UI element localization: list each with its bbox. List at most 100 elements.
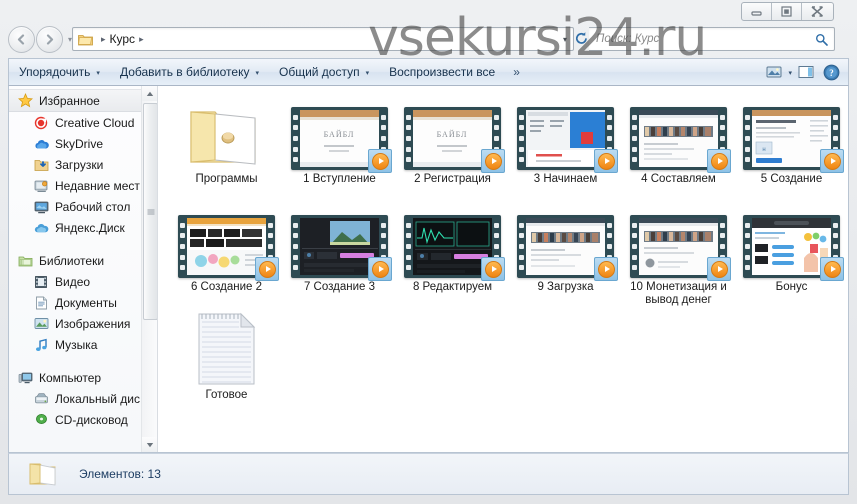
breadcrumb-current[interactable]: Курс bbox=[110, 32, 136, 46]
sidebar-item-music[interactable]: Музыка bbox=[9, 334, 157, 355]
film-perforations-left bbox=[178, 215, 187, 278]
share-button[interactable]: Общий доступ ▾ bbox=[269, 59, 379, 85]
maximize-button[interactable] bbox=[772, 3, 802, 20]
file-item-video[interactable]: 9 Загрузка bbox=[509, 204, 622, 312]
sidebar-item-label: Локальный дис bbox=[55, 391, 140, 406]
scroll-up-button[interactable] bbox=[142, 86, 157, 101]
file-label: 2 Регистрация bbox=[414, 173, 491, 185]
sidebar-item-pictures[interactable]: Изображения bbox=[9, 313, 157, 334]
cd-drive-icon bbox=[33, 412, 49, 428]
film-perforations-left bbox=[743, 215, 752, 278]
scroll-down-button[interactable] bbox=[142, 437, 157, 452]
file-item-video[interactable]: БАЙБЛ 1 Вступление bbox=[283, 96, 396, 204]
film-perforations-left bbox=[404, 107, 413, 170]
file-label: 7 Создание 3 bbox=[303, 281, 376, 293]
sidebar-item-creative-cloud[interactable]: Creative Cloud bbox=[9, 112, 157, 133]
breadcrumb-separator-2[interactable]: ▸ bbox=[139, 34, 144, 45]
help-icon[interactable]: ? bbox=[820, 62, 842, 82]
file-item-video[interactable]: н 5 Создание bbox=[735, 96, 848, 204]
sidebar-item-video[interactable]: Видео bbox=[9, 271, 157, 292]
file-item-folder[interactable]: Программы bbox=[170, 96, 283, 204]
file-item-video[interactable]: 10 Монетизация и вывод денег bbox=[622, 204, 735, 312]
film-perforations-left bbox=[743, 107, 752, 170]
sidebar-item-skydrive[interactable]: SkyDrive bbox=[9, 133, 157, 154]
change-view-icon[interactable] bbox=[763, 62, 785, 82]
file-thumbnail bbox=[622, 204, 735, 281]
sidebar-group-favorites-label: Избранное bbox=[39, 93, 100, 108]
explorer-content: Избранное Creative Cloud SkyDrive Загруз… bbox=[8, 86, 849, 453]
sidebar-group-favorites[interactable]: Избранное bbox=[9, 89, 157, 112]
add-to-library-button[interactable]: Добавить в библиотеку ▾ bbox=[110, 59, 269, 85]
forward-button[interactable] bbox=[36, 26, 63, 53]
file-item-video[interactable]: Бонус bbox=[735, 204, 848, 312]
file-thumbnail bbox=[283, 204, 396, 281]
video-thumbnail: БАЙБЛ bbox=[291, 107, 392, 173]
play-overlay-icon bbox=[368, 149, 392, 173]
video-thumbnail bbox=[178, 215, 279, 281]
title-bar bbox=[0, 0, 857, 22]
sidebar-item-label: Изображения bbox=[55, 316, 131, 331]
pictures-library-icon bbox=[33, 316, 49, 332]
file-item-video[interactable]: 8 Редактируем bbox=[396, 204, 509, 312]
film-perforations-left bbox=[291, 107, 300, 170]
search-input[interactable]: Поиск: Курс bbox=[596, 33, 659, 45]
back-button[interactable] bbox=[8, 26, 35, 53]
folder-icon bbox=[27, 459, 61, 489]
window-controls bbox=[741, 2, 834, 21]
close-button[interactable] bbox=[802, 3, 833, 20]
file-label: 9 Загрузка bbox=[537, 281, 594, 293]
preview-pane-icon[interactable] bbox=[795, 62, 817, 82]
sidebar-item-local-disk[interactable]: Локальный дис bbox=[9, 388, 157, 409]
file-item-video[interactable]: 6 Создание 2 bbox=[170, 204, 283, 312]
video-thumbnail bbox=[517, 215, 618, 281]
minimize-button[interactable] bbox=[742, 3, 772, 20]
yandex-disk-icon bbox=[33, 220, 49, 236]
play-overlay-icon bbox=[255, 257, 279, 281]
address-bar[interactable]: ▸ Курс ▸ ▾ bbox=[72, 27, 574, 51]
status-item-count: Элементов: 13 bbox=[79, 467, 161, 481]
file-item-video[interactable]: 7 Создание 3 bbox=[283, 204, 396, 312]
organize-button[interactable]: Упорядочить ▾ bbox=[9, 59, 110, 85]
file-label: Готовое bbox=[205, 389, 248, 401]
sidebar-item-cd-drive[interactable]: CD-дисковод bbox=[9, 409, 157, 430]
file-list-pane[interactable]: Программы БАЙБЛ 1 Вступление БАЙБЛ 2 Рег… bbox=[158, 86, 848, 452]
file-item-document[interactable]: Готовое bbox=[170, 312, 283, 420]
sidebar-group-computer[interactable]: Компьютер bbox=[9, 367, 157, 388]
sidebar-item-label: CD-дисковод bbox=[55, 412, 128, 427]
scrollbar-thumb[interactable] bbox=[143, 103, 157, 320]
libraries-icon bbox=[17, 253, 33, 269]
sidebar-item-downloads[interactable]: Загрузки bbox=[9, 154, 157, 175]
organize-label: Упорядочить bbox=[19, 65, 91, 79]
sidebar-item-label: Видео bbox=[55, 274, 91, 289]
file-item-video[interactable]: 4 Составляем bbox=[622, 96, 735, 204]
search-box[interactable]: Поиск: Курс bbox=[589, 27, 835, 51]
sidebar-item-desktop[interactable]: Рабочий стол bbox=[9, 196, 157, 217]
sidebar-group-libraries[interactable]: Библиотеки bbox=[9, 250, 157, 271]
file-label: 3 Начинаем bbox=[533, 173, 598, 185]
file-label: 1 Вступление bbox=[303, 173, 376, 185]
sidebar-item-recent-places[interactable]: Недавние мест bbox=[9, 175, 157, 196]
file-item-video[interactable]: БАЙБЛ 2 Регистрация bbox=[396, 96, 509, 204]
navigation-pane: Избранное Creative Cloud SkyDrive Загруз… bbox=[9, 86, 158, 452]
file-label: 6 Создание 2 bbox=[190, 281, 263, 293]
search-icon[interactable] bbox=[815, 33, 828, 46]
film-perforations-left bbox=[630, 215, 639, 278]
navigation-buttons: ▾ bbox=[8, 26, 72, 53]
view-chevron-down-icon[interactable]: ▾ bbox=[788, 69, 792, 77]
toolbar-overflow-button[interactable]: » bbox=[505, 65, 528, 79]
refresh-button[interactable] bbox=[573, 30, 590, 47]
sidebar-item-yandex-disk[interactable]: Яндекс.Диск bbox=[9, 217, 157, 238]
file-item-video[interactable]: 3 Начинаем bbox=[509, 96, 622, 204]
film-perforations-left bbox=[517, 107, 526, 170]
scrollbar-grip-icon bbox=[147, 209, 154, 214]
sidebar-item-label: Документы bbox=[55, 295, 117, 310]
sidebar-scrollbar[interactable] bbox=[141, 86, 157, 452]
sidebar-item-label: Яндекс.Диск bbox=[55, 220, 125, 235]
svg-text:БАЙБЛ: БАЙБЛ bbox=[324, 130, 355, 139]
play-all-button[interactable]: Воспроизвести все bbox=[379, 59, 505, 85]
sidebar-item-documents[interactable]: Документы bbox=[9, 292, 157, 313]
chevron-down-icon: ▾ bbox=[255, 70, 259, 77]
video-library-icon bbox=[33, 274, 49, 290]
address-dropdown-icon[interactable]: ▾ bbox=[563, 35, 567, 44]
file-thumbnail: БАЙБЛ bbox=[283, 96, 396, 173]
